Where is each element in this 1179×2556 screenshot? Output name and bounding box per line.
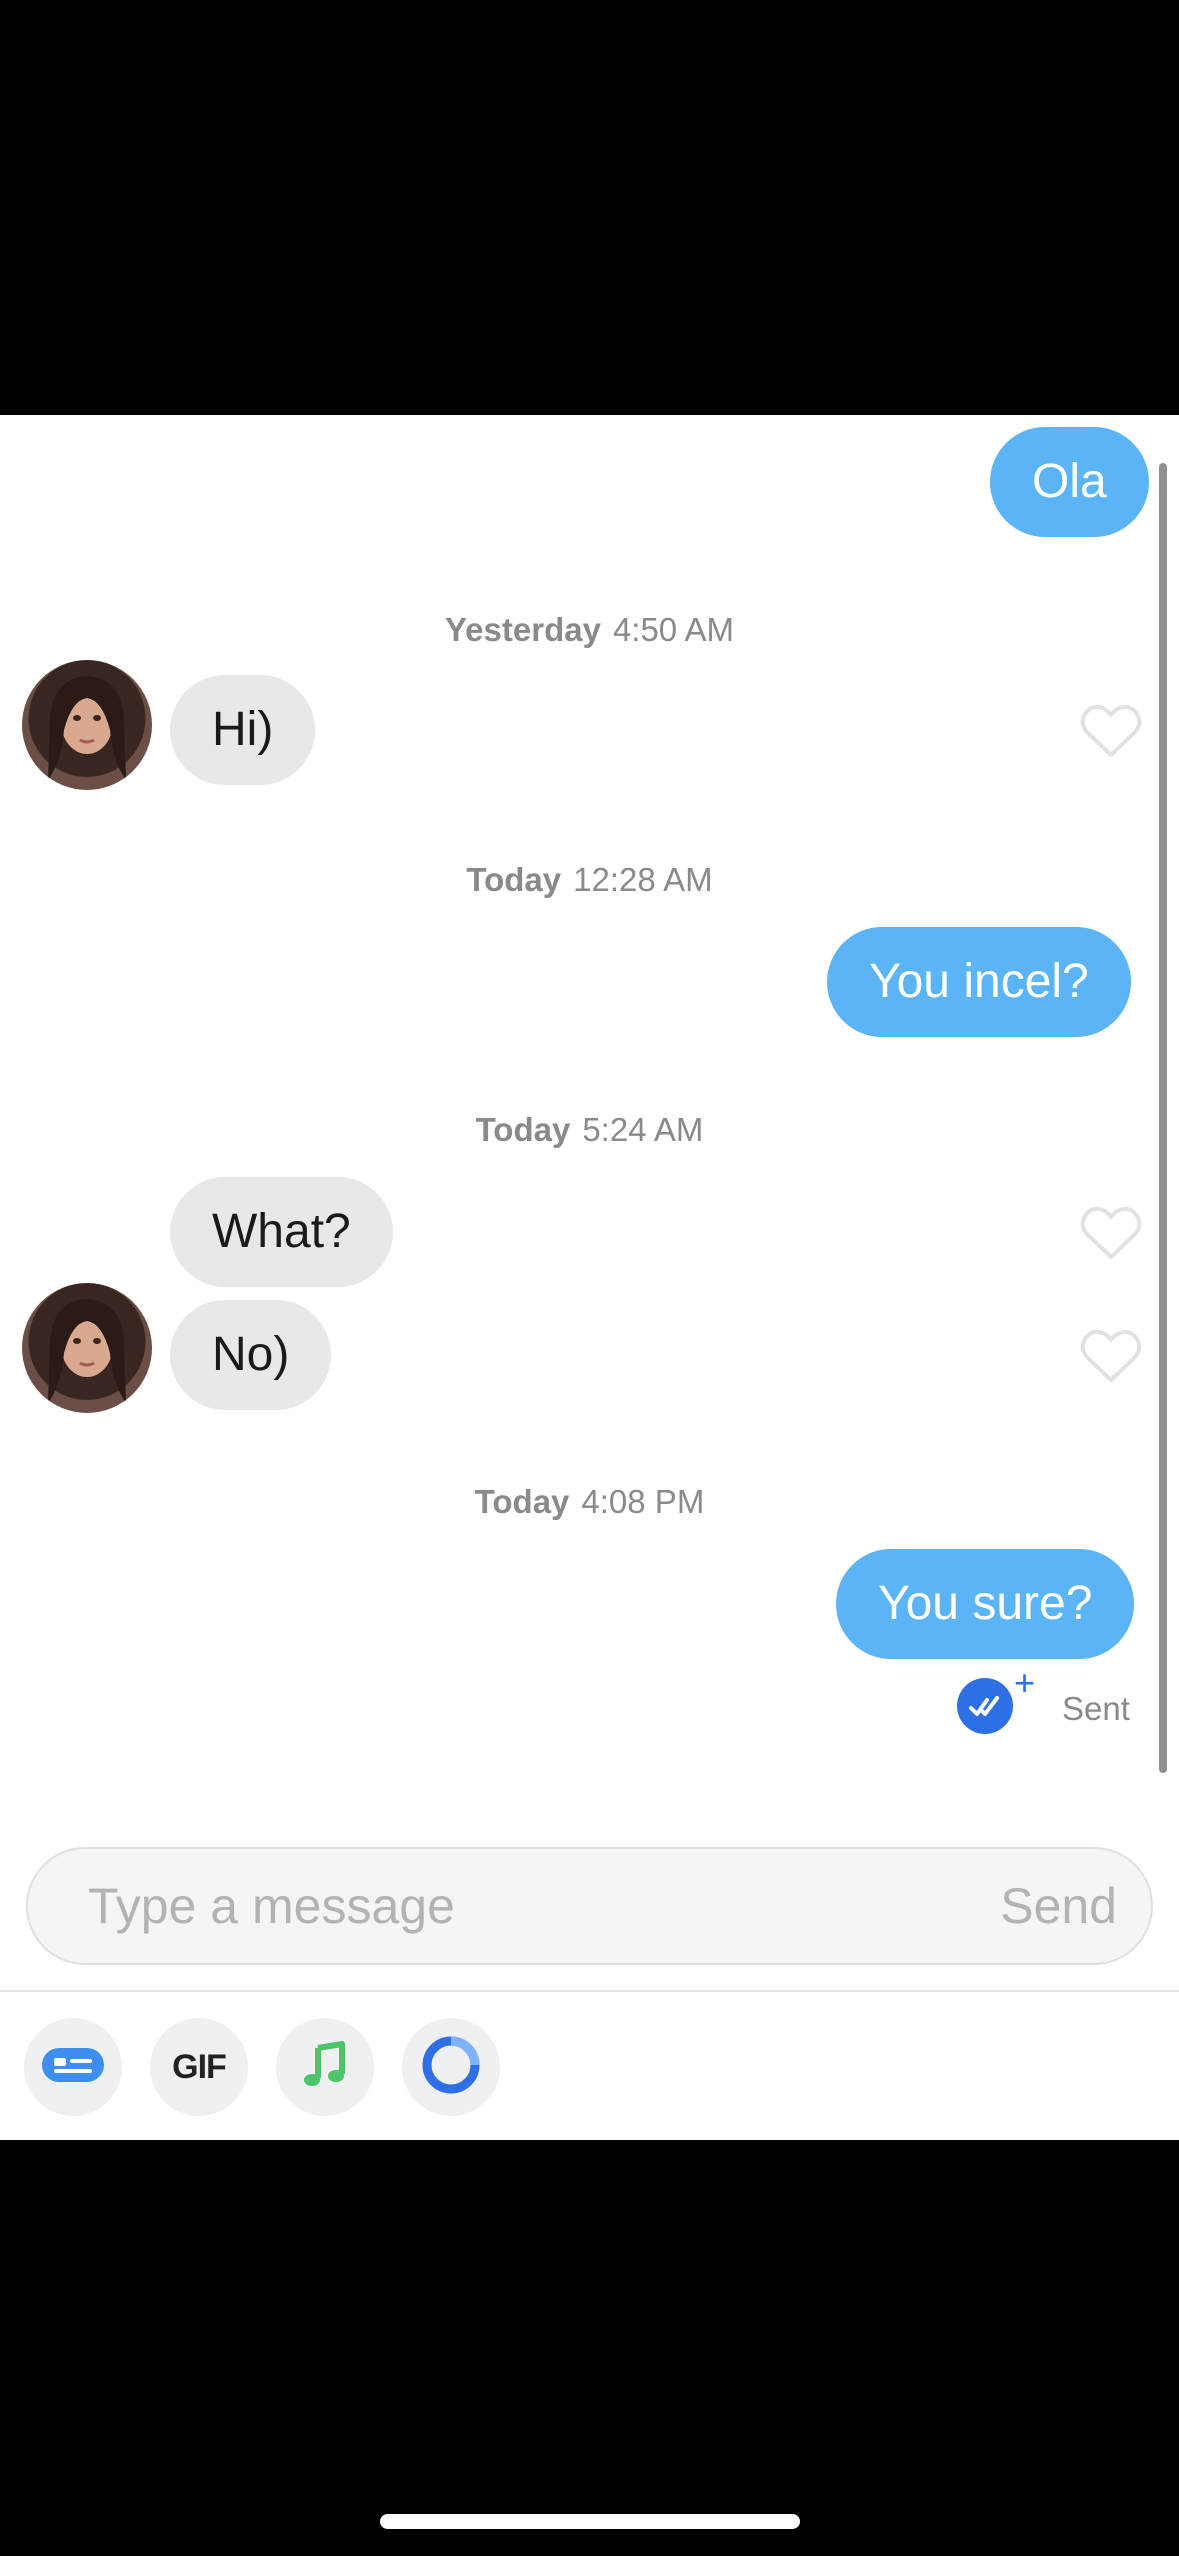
gif-button[interactable]: GIF	[150, 2018, 248, 2116]
incoming-message-bubble[interactable]: Hi)	[170, 675, 316, 785]
outgoing-message-bubble[interactable]: You incel?	[827, 927, 1131, 1037]
message-timestamp: Today 5:24 AM	[0, 1111, 1179, 1149]
incoming-message-bubble[interactable]: No)	[170, 1300, 332, 1410]
heart-icon[interactable]	[1080, 1205, 1142, 1261]
read-receipt-icon[interactable]	[957, 1678, 1013, 1734]
message-timestamp: Today 12:28 AM	[0, 861, 1179, 899]
timestamp-time: 4:50 AM	[612, 611, 735, 648]
timestamp-time: 4:08 PM	[581, 1483, 705, 1520]
message-composer: Send	[26, 1847, 1153, 1965]
chat-view[interactable]: Ola Yesterday 4:50 AM Hi) Today 12:28 AM Y…	[0, 415, 1179, 2140]
timestamp-day: Today	[474, 1483, 570, 1520]
timestamp-day: Today	[475, 1111, 571, 1148]
contact-avatar[interactable]	[22, 660, 152, 790]
message-timestamp: Yesterday 4:50 AM	[0, 611, 1179, 649]
timestamp-day: Today	[466, 861, 562, 898]
timestamp-time: 5:24 AM	[582, 1111, 704, 1148]
incoming-message-bubble[interactable]: What?	[170, 1177, 393, 1287]
music-button[interactable]	[276, 2018, 374, 2116]
timestamp-day: Yesterday	[444, 611, 601, 648]
outgoing-message-bubble[interactable]: You sure?	[836, 1549, 1135, 1659]
plus-icon[interactable]: +	[1014, 1665, 1035, 1701]
divider	[0, 1990, 1179, 1992]
send-button[interactable]: Send	[1000, 1849, 1117, 1963]
bottom-bar-area	[0, 2140, 1179, 2556]
loop-icon	[419, 2033, 483, 2102]
timestamp-time: 12:28 AM	[573, 861, 713, 898]
message-input[interactable]	[88, 1849, 908, 1963]
sticker-icon	[40, 2044, 106, 2091]
status-bar-area	[0, 0, 1179, 415]
outgoing-message-bubble[interactable]: Ola	[990, 427, 1149, 537]
contact-avatar[interactable]	[22, 1283, 152, 1413]
home-indicator[interactable]	[380, 2514, 800, 2529]
heart-icon[interactable]	[1080, 703, 1142, 759]
music-icon	[300, 2040, 350, 2095]
sticker-button[interactable]	[24, 2018, 122, 2116]
loop-button[interactable]	[402, 2018, 500, 2116]
message-status: Sent	[1062, 1690, 1130, 1727]
heart-icon[interactable]	[1080, 1328, 1142, 1384]
gif-icon: GIF	[172, 2047, 227, 2086]
message-timestamp: Today 4:08 PM	[0, 1483, 1179, 1521]
